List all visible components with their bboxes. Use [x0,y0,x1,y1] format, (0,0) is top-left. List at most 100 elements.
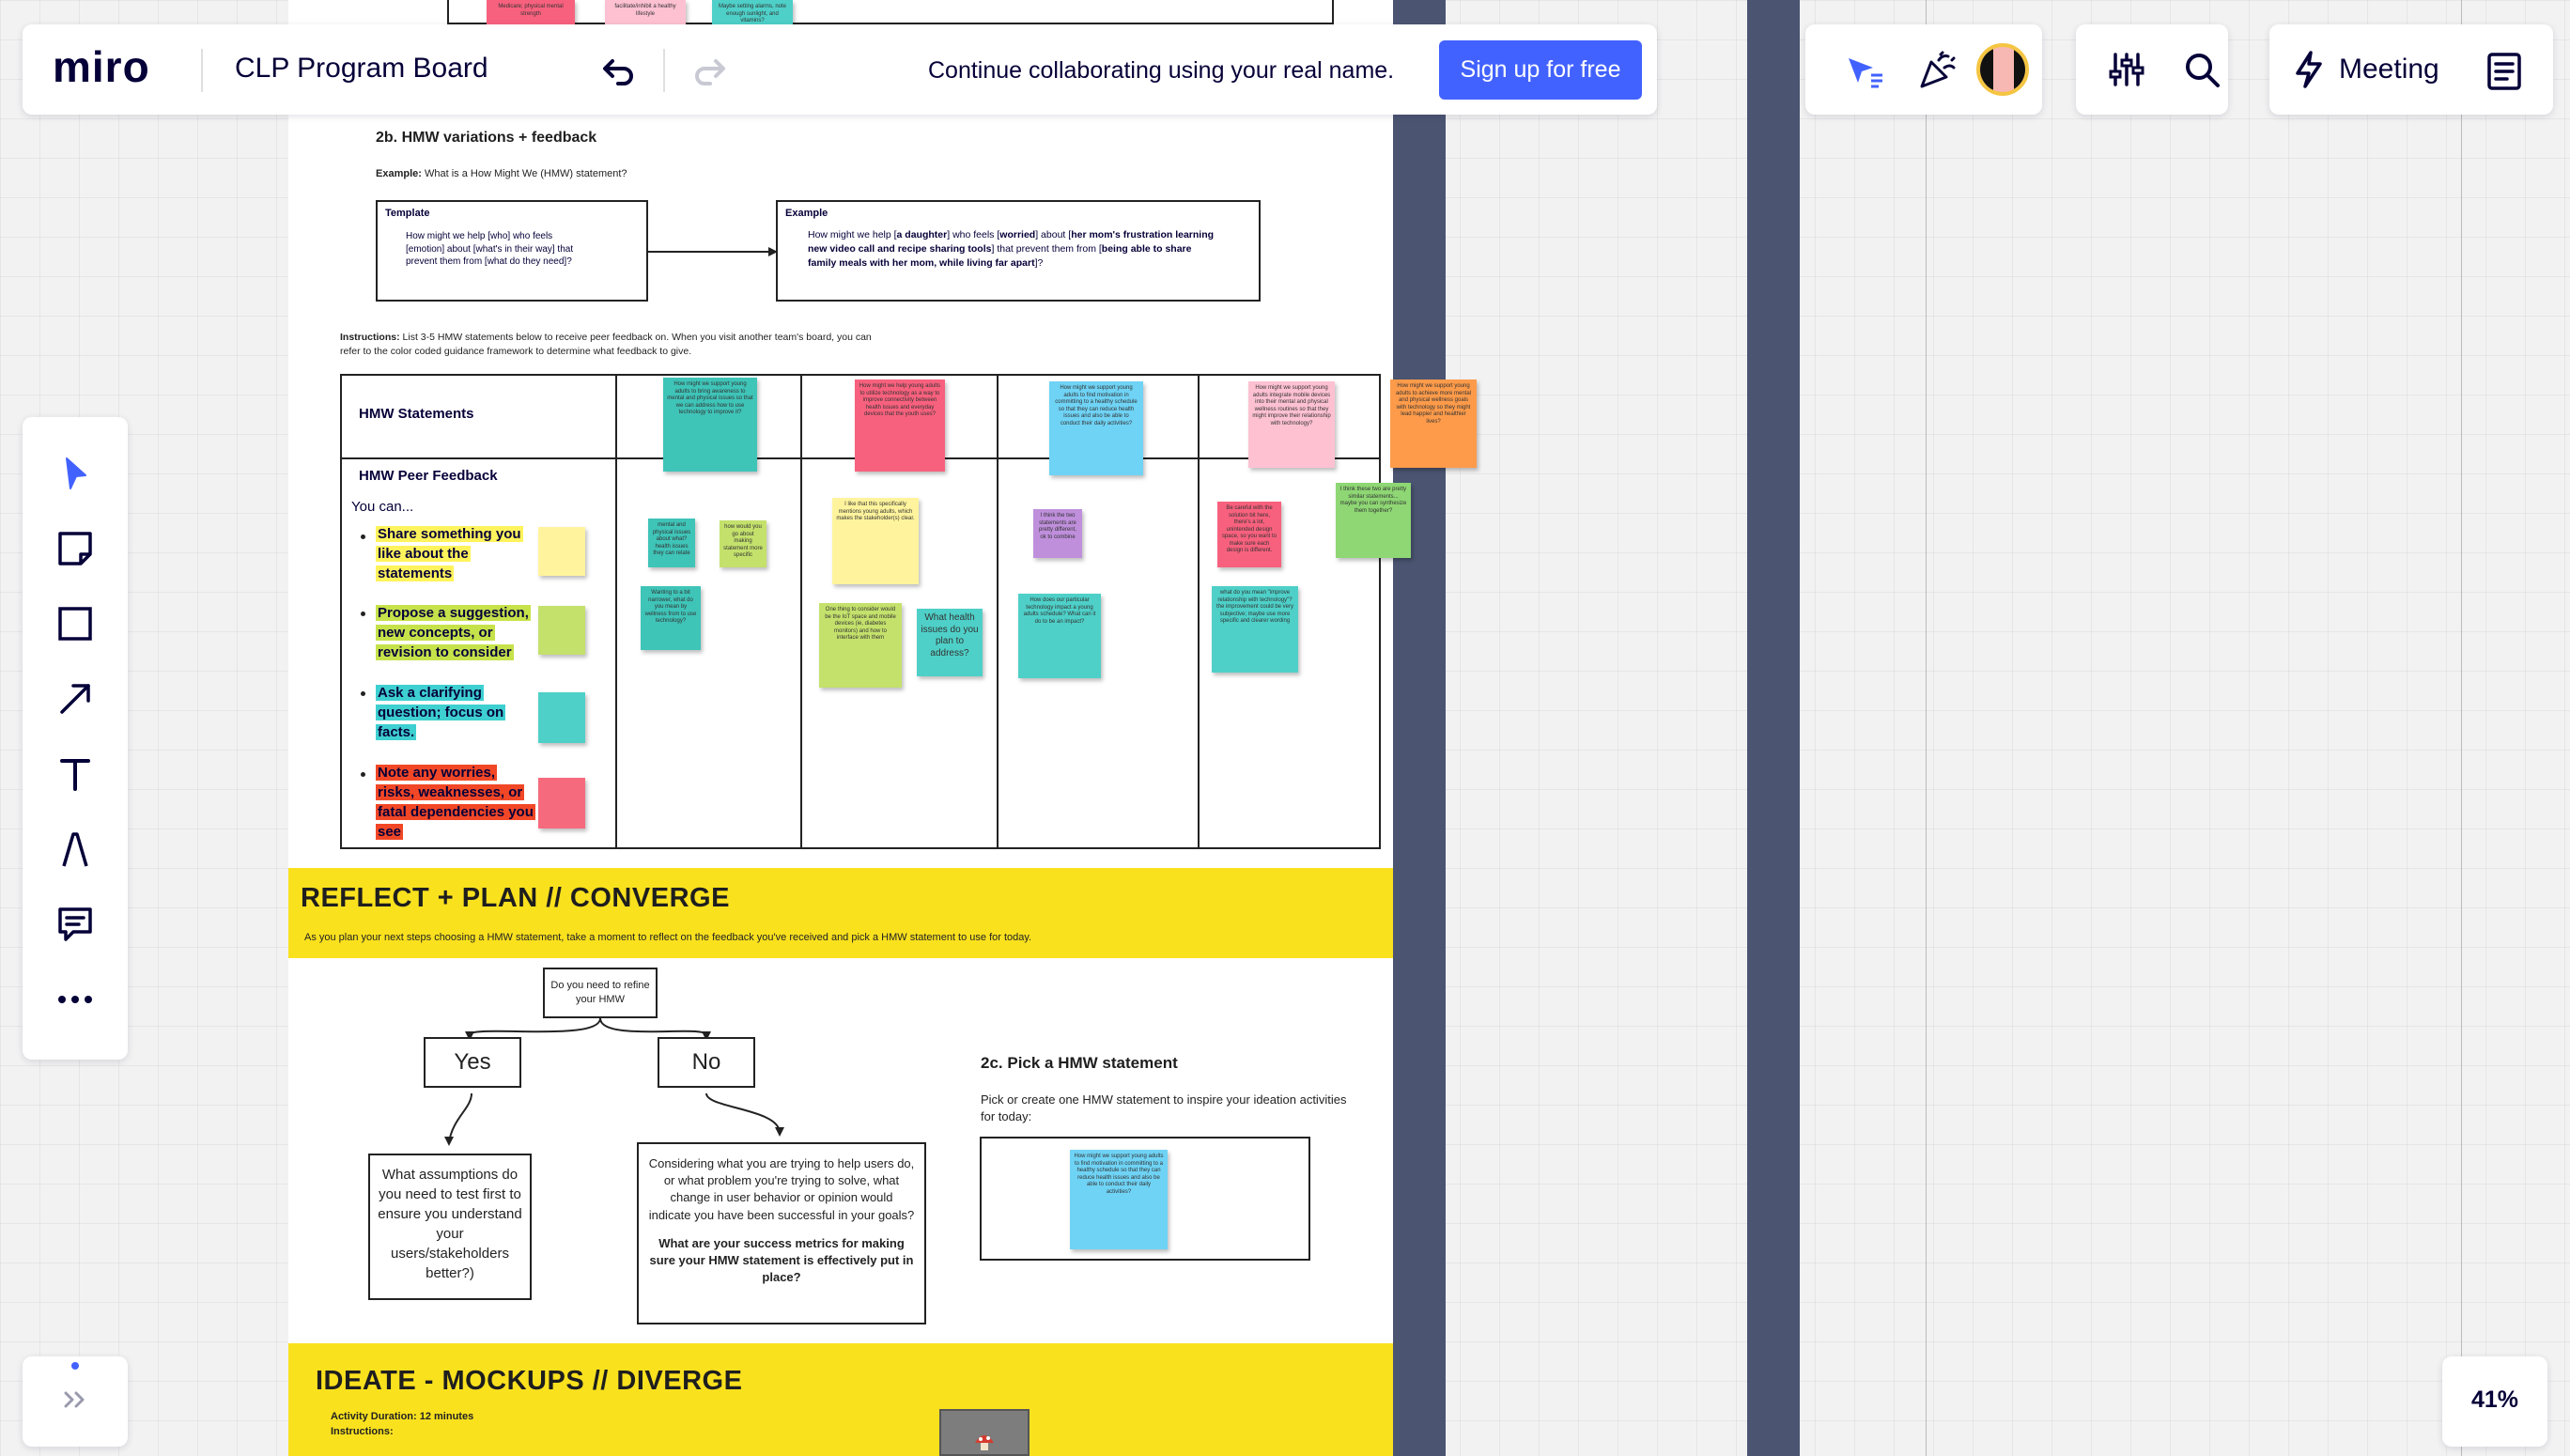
hmw-statement-sticky[interactable]: How might we support young adults to fin… [1049,381,1143,475]
hmw-statement-sticky[interactable]: How might we help young adults to utiliz… [855,379,945,472]
pick-text: Pick or create one HMW statement to insp… [981,1092,1347,1124]
legend-sticky-red [538,778,585,829]
user-avatar[interactable] [1976,43,2029,96]
search-button[interactable] [2177,45,2226,94]
undo-button[interactable] [594,47,642,96]
board-line-right2 [2461,0,2462,1456]
table-col-line [997,374,999,849]
feedback-sticky[interactable]: How does our particular technology impac… [1018,594,1101,678]
feedback-sticky[interactable]: what do you mean "improve relationship w… [1212,586,1298,673]
table-col-line [615,374,617,849]
bullet [361,612,365,616]
legend-worries: Note any worries, risks, weaknesses, or … [376,765,535,840]
undo-divider [663,49,665,92]
hmw-statement-sticky[interactable]: How might we support young adults integr… [1248,381,1335,468]
party-popper-icon [1920,51,1956,88]
legend-sticky-lime [538,606,585,655]
tool-connection-line[interactable] [47,671,103,727]
navy-divider-right [1747,0,1800,1456]
arrow-icon [60,684,90,714]
more-icon [58,996,92,1003]
document-icon [2487,53,2521,90]
bullet [361,534,365,539]
hmw-section-title: 2b. HMW variations + feedback [376,130,597,146]
feedback-sticky[interactable]: I think these two are pretty similar sta… [1336,483,1411,558]
example-box: Example How might we help [a daughter] w… [776,200,1261,302]
flow-yes-box: Yes [424,1037,521,1088]
pick-title: 2c. Pick a HMW statement [981,1054,1178,1072]
template-box: Template How might we help [who] who fee… [376,200,648,302]
feedback-sticky[interactable]: Be careful with the solution bit here, t… [1217,502,1281,567]
reflect-subtitle: As you plan your next steps choosing a H… [304,932,1032,943]
hmw-statement-sticky[interactable]: How might we support young adults to ach… [1390,379,1477,468]
row-label-statements: HMW Statements [359,406,474,422]
picked-hmw-sticky[interactable]: How might we support young adults to fin… [1070,1150,1168,1249]
zoom-level[interactable]: 41% [2442,1386,2547,1414]
cursor-flag-icon [1849,58,1882,88]
board-title[interactable]: CLP Program Board [235,53,488,85]
mushroom-icon [975,1435,994,1450]
legend-suggest: Propose a suggestion, new concepts, or r… [376,605,531,660]
board-line-right [1926,0,1927,1456]
notes-button[interactable] [2478,45,2531,98]
ideate-banner: IDEATE - MOCKUPS // DIVERGE Activity Dur… [288,1343,1393,1456]
feedback-sticky[interactable]: how would you go about making statement … [720,520,766,567]
meeting-button[interactable]: Meeting [2292,41,2480,98]
signup-button[interactable]: Sign up for free [1439,40,1642,100]
tool-pen[interactable] [47,821,103,877]
arrow-connector [648,247,778,256]
mushroom-image[interactable] [939,1409,1030,1456]
previous-section-box [447,0,1334,24]
feedback-sticky[interactable]: I like that this specifically mentions y… [832,498,919,584]
lightning-icon [2296,51,2322,88]
shape-icon [58,607,92,641]
select-icon [66,457,86,489]
hmw-statement-sticky[interactable]: How might we support young adults to bri… [663,378,757,472]
flow-no-text: Considering what you are trying to help … [637,1142,926,1324]
logo-divider [201,49,203,92]
reflect-banner: REFLECT + PLAN // CONVERGE As you plan y… [288,868,1393,958]
example-question: Example: What is a How Might We (HMW) st… [376,168,627,179]
pen-icon [62,832,88,867]
miro-logo[interactable]: miro [53,41,150,92]
bullet [361,691,365,696]
tool-select[interactable] [47,445,103,502]
tool-comment[interactable] [47,896,103,953]
double-chevron-right-icon [64,1391,85,1408]
flow-question-box: Do you need to refine your HMW [543,968,658,1018]
sticky-note-icon [58,532,92,565]
table-col-line [800,374,802,849]
comment-icon [58,907,92,941]
ideate-instructions: Instructions: [331,1426,394,1437]
tool-shape[interactable] [47,596,103,652]
undo-icon [603,59,633,85]
reactions-button[interactable] [1911,45,1963,98]
settings-sliders-button[interactable] [2102,45,2151,94]
redo-button[interactable] [686,47,735,96]
tool-more[interactable] [47,971,103,1028]
feedback-sticky[interactable]: mental and physical issues about what? h… [648,519,695,567]
bullet [361,772,365,777]
cursor-follow-button[interactable] [1839,45,1892,98]
feedback-sticky[interactable]: I think the two statements are pretty di… [1033,509,1082,558]
tool-text[interactable] [47,746,103,802]
notification-dot [71,1362,79,1370]
legend-like: Share something you like about the state… [376,526,523,581]
row-label-peer-feedback: HMW Peer Feedback [359,468,498,484]
feedback-sticky[interactable]: What health issues do you plan to addres… [917,609,983,676]
redo-icon [695,59,725,85]
flow-yes-text: What assumptions do you need to test fir… [368,1154,532,1300]
table-col-line [1198,374,1200,849]
left-toolbar [23,417,128,1060]
tool-sticky-note[interactable] [47,520,103,577]
search-icon [2186,54,2220,87]
ideate-title: IDEATE - MOCKUPS // DIVERGE [316,1366,743,1396]
feedback-sticky[interactable]: Wanting to a bit narrower, what do you m… [641,586,701,650]
legend-question: Ask a clarifying question; focus on fact… [376,685,506,740]
legend-sticky-yellow [538,527,585,576]
you-can-label: You can... [351,499,414,515]
text-icon [60,759,90,791]
feedback-sticky[interactable]: One thing to consider would be the IoT s… [819,603,902,688]
legend-sticky-teal [538,692,585,743]
expand-panel-button[interactable] [53,1379,98,1420]
